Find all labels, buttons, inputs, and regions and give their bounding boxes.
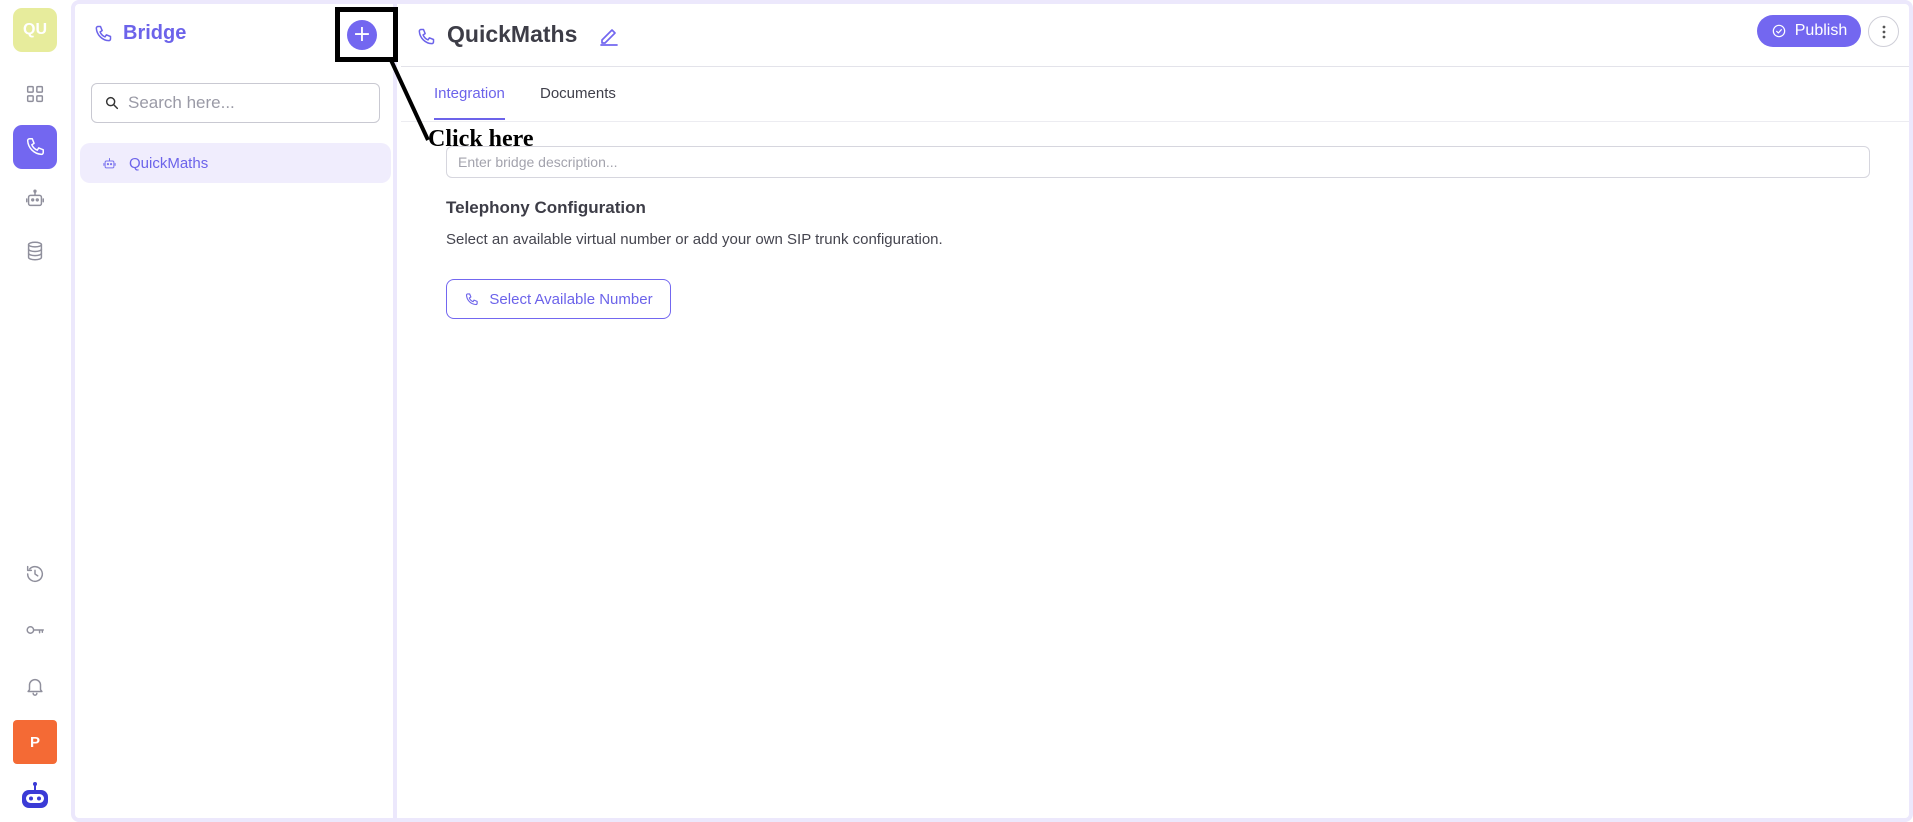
bell-icon [27, 678, 43, 696]
bridge-description-input[interactable] [446, 146, 1870, 178]
database-icon [27, 241, 43, 261]
rail-database[interactable] [13, 229, 57, 273]
sidebar-item-quickmaths[interactable]: QuickMaths [80, 143, 391, 183]
rail-notifications[interactable] [13, 664, 57, 708]
edit-icon[interactable] [597, 24, 621, 48]
telephony-subtitle: Select an available virtual number or ad… [446, 231, 943, 248]
main-panel: QuickMaths Publish Integration Documents… [401, 4, 1909, 818]
rail-dashboard[interactable] [13, 72, 57, 116]
rail-bridge[interactable] [13, 125, 57, 169]
telephony-title: Telephony Configuration [446, 198, 646, 217]
search-icon [105, 96, 119, 110]
workspace-initials: QU [23, 21, 47, 38]
phone-icon [418, 28, 435, 45]
dashboard-icon [26, 85, 44, 103]
tab-documents[interactable]: Documents [540, 85, 616, 120]
icon-rail: QU P [0, 0, 71, 822]
rail-history[interactable] [13, 552, 57, 596]
profile-initial: P [29, 733, 40, 751]
tab-bar: Integration Documents [401, 67, 1909, 122]
bridge-sidebar: Bridge + QuickMaths [75, 4, 397, 818]
select-number-label: Select Available Number [489, 290, 653, 308]
robot-icon [26, 189, 44, 207]
phone-icon [26, 138, 44, 156]
rail-agents[interactable] [13, 177, 57, 221]
search-box [91, 83, 380, 123]
page-title: QuickMaths [447, 21, 578, 47]
publish-button[interactable]: Publish [1757, 15, 1861, 47]
annotation-label: Click here [428, 126, 534, 152]
more-options-button[interactable] [1868, 16, 1899, 47]
rail-api-keys[interactable] [13, 608, 57, 652]
robot-logo-icon [22, 782, 48, 808]
select-available-number-button[interactable]: Select Available Number [446, 279, 671, 319]
page-header: QuickMaths Publish [401, 4, 1909, 67]
sidebar-header: Bridge [93, 22, 186, 45]
assistant-bot-button[interactable] [13, 774, 57, 818]
more-vertical-icon [1882, 25, 1885, 38]
sidebar-title: Bridge [123, 22, 187, 44]
phone-icon [95, 25, 112, 41]
publish-label: Publish [1794, 22, 1848, 39]
phone-icon [466, 292, 479, 305]
sidebar-item-label: QuickMaths [129, 154, 209, 172]
key-icon [26, 626, 44, 634]
robot-icon [103, 157, 116, 168]
history-icon [26, 565, 44, 583]
search-input[interactable] [128, 93, 368, 113]
tab-integration[interactable]: Integration [434, 85, 505, 120]
check-circle-icon [1772, 24, 1786, 38]
highlight-box [335, 7, 398, 62]
workspace-avatar[interactable]: QU [13, 8, 57, 52]
profile-avatar[interactable]: P [13, 720, 57, 764]
